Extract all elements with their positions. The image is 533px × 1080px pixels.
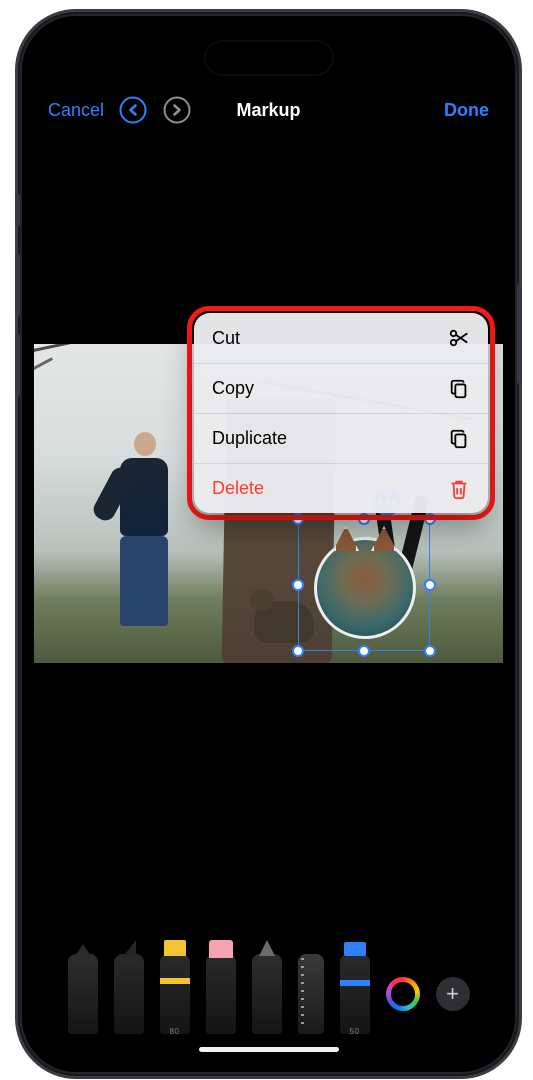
tool-marker[interactable] [114, 954, 144, 1034]
menu-label: Copy [212, 378, 254, 399]
resize-handle[interactable] [292, 579, 304, 591]
redo-icon [163, 96, 191, 124]
menu-item-delete[interactable]: Delete [194, 463, 488, 513]
menu-label: Duplicate [212, 428, 287, 449]
add-shape-button[interactable]: + [436, 977, 470, 1011]
dynamic-island [204, 40, 334, 76]
undo-button[interactable] [118, 95, 148, 125]
tool-pencil[interactable] [252, 954, 282, 1034]
resize-handle[interactable] [358, 513, 370, 525]
tool-highlighter[interactable]: 80 [160, 954, 190, 1034]
color-picker-button[interactable] [386, 977, 420, 1011]
done-button[interactable]: Done [444, 100, 489, 121]
tool-pen[interactable] [68, 954, 98, 1034]
resize-handle[interactable] [424, 645, 436, 657]
resize-handle[interactable] [292, 645, 304, 657]
cancel-button[interactable]: Cancel [48, 100, 104, 121]
tool-size-label: 80 [170, 1027, 180, 1036]
plus-icon: + [446, 981, 459, 1007]
menu-label: Cut [212, 328, 240, 349]
resize-handle[interactable] [292, 513, 304, 525]
redo-button [162, 95, 192, 125]
resize-handle[interactable] [424, 513, 436, 525]
tool-eraser[interactable] [206, 954, 236, 1034]
scissors-icon [448, 327, 470, 349]
menu-item-duplicate[interactable]: Duplicate [194, 413, 488, 463]
tool-ruler[interactable] [298, 954, 324, 1034]
side-button-volume-up [15, 254, 20, 316]
context-menu: Cut Copy [194, 313, 488, 513]
resize-handle[interactable] [358, 645, 370, 657]
resize-handle[interactable] [424, 579, 436, 591]
iphone-frame: Cancel Markup [20, 14, 517, 1074]
tool-pixel-pen[interactable]: 50 [340, 954, 370, 1034]
side-button-power [517, 284, 522, 384]
side-button-volume-down [15, 334, 20, 396]
duplicate-icon [448, 428, 470, 450]
menu-label: Delete [212, 478, 264, 499]
home-indicator[interactable] [199, 1047, 339, 1052]
tool-size-label: 50 [350, 1027, 360, 1036]
trash-icon [448, 478, 470, 500]
copy-icon [448, 378, 470, 400]
menu-item-cut[interactable]: Cut [194, 313, 488, 363]
menu-item-copy[interactable]: Copy [194, 363, 488, 413]
side-button-silent [15, 194, 20, 226]
selection-box[interactable] [298, 519, 430, 651]
screen: Cancel Markup [34, 30, 503, 1058]
undo-icon [119, 96, 147, 124]
markup-nav-bar: Cancel Markup [34, 90, 503, 130]
markup-toolbar: 80 50 + [34, 954, 503, 1044]
